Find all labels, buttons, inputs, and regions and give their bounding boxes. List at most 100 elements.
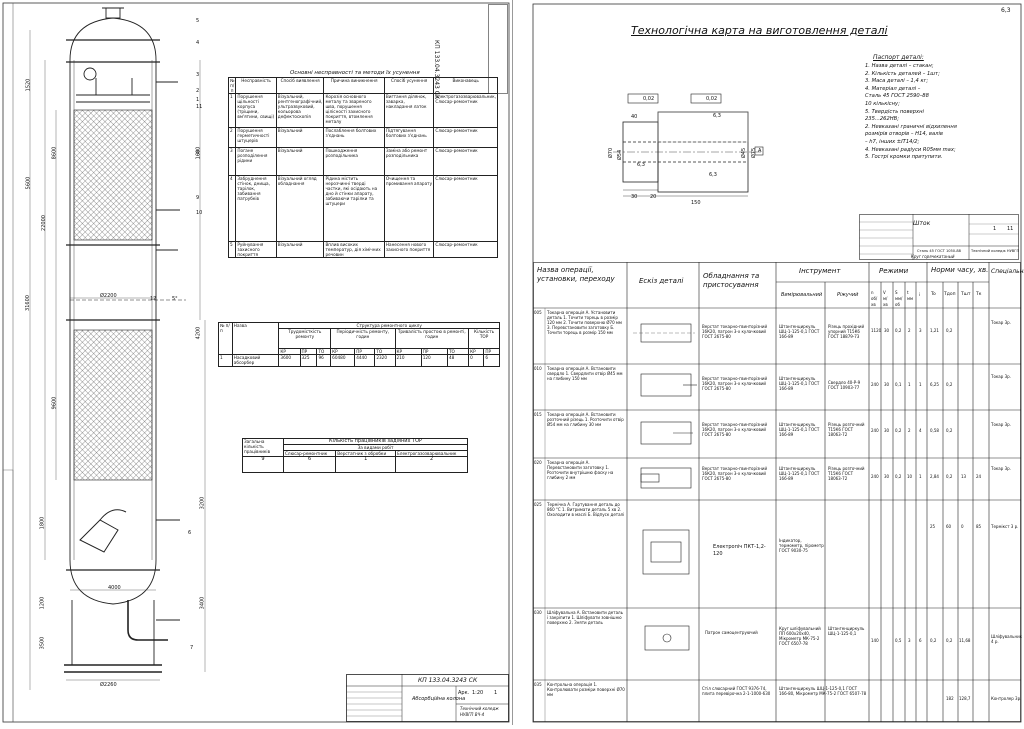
op-s: 0,1	[895, 382, 902, 387]
op-text: Токарна операція А. Встановити свердло 1…	[547, 366, 623, 381]
op-tsht: 11,68	[959, 638, 971, 643]
passport-line: 4. Невказані радіуси R05мм max;	[865, 146, 956, 153]
defects-cell: Підтягування болтових з'єднань	[383, 127, 435, 148]
op-t: 10	[907, 474, 913, 479]
defects-cell: Візуальний	[275, 241, 325, 258]
defects-cell: Порушення герметичності штуцерів	[235, 127, 277, 148]
repair-cell: 3600	[278, 354, 301, 367]
op-s: 0,2	[895, 474, 902, 479]
op-s: 0,2	[895, 428, 902, 433]
tor-col-total: Загальна кількість працівників	[242, 438, 284, 457]
defects-cell: Візуальний, рентгенографічний, ультразву…	[275, 93, 325, 128]
dim-part-11: 150	[691, 200, 701, 206]
norm-to: To	[931, 292, 936, 297]
tor-cell: 2	[395, 456, 468, 473]
callout-1: 1	[196, 97, 200, 103]
dim-part-10: 20	[650, 194, 657, 200]
defects-cell: Забруднення стінок, днища, тарілок, заби…	[235, 175, 277, 242]
op-cut: Свердло 40-Р-9 ГОСТ 10903-77	[828, 380, 861, 390]
defects-cell: Слюсар-ремонтник	[433, 147, 498, 176]
op-v: 30	[884, 328, 890, 333]
mode-i: i	[919, 292, 921, 297]
op-equip: Верстат токарно-гвинторізний 16К20, патр…	[702, 324, 768, 339]
op-equip: Верстат токарно-гвинторізний 16К20, патр…	[702, 376, 768, 391]
defects-cell: Корозія основного металу та звареного шв…	[323, 93, 385, 128]
op-meas: Штангенциркуль ШЦ-1-125-0,1 ГОСТ 166-89	[779, 324, 820, 339]
op-i: 3	[919, 328, 922, 333]
passport-line: 235...262HB;	[865, 116, 899, 123]
op-i: 1	[919, 382, 922, 387]
defects-cell: 5	[227, 241, 237, 258]
dim-v-11: 3500	[39, 636, 46, 650]
dim-v-13: 3400	[199, 596, 206, 610]
defects-col-fix: Спосіб усунення	[383, 77, 435, 94]
op-no: 035	[534, 682, 542, 687]
repair-cell: 0	[468, 354, 485, 367]
norm-tsht: Тшт	[961, 292, 971, 297]
mini-stamp-org: Технічний коледж НУВГП	[971, 249, 1020, 253]
op-t: 2	[908, 328, 911, 333]
table-row: 9 6 1 2	[242, 456, 468, 473]
mini-stamp-sheets: 11	[1007, 226, 1014, 232]
defects-table: № п/п Несправність Спосіб виявлення Прич…	[227, 77, 498, 258]
op-s: 0,2	[895, 328, 902, 333]
op-tsht: 13	[961, 474, 967, 479]
stamp-sheet-label: Арк.	[458, 690, 470, 696]
op-v: 30	[884, 428, 890, 433]
left-drawing-sheet: 5 4 3 2 1 11 8 9 10 6 7 12 1520 5600 316…	[0, 0, 512, 725]
callout-4: 4	[196, 40, 200, 46]
op-to: 0,2	[930, 638, 937, 643]
defects-col-no: № п/п	[227, 77, 237, 94]
repair-group-period: Періодичність ремонту, годин	[330, 328, 396, 349]
defects-cell: Слюсар-ремонтник	[433, 127, 498, 148]
repair-cell: 325	[299, 354, 318, 367]
repair-group-downtime: Тривалість простою в ремонті, годин	[394, 328, 470, 349]
repair-group-labor: Трудомісткість ремонту	[278, 328, 332, 349]
op-meas: Штангенциркуль ШЦ-1-125-0,1 ГОСТ 166-89	[779, 376, 820, 391]
mini-stamp-sheet: 1	[993, 226, 997, 232]
op-tdop: 0,2	[946, 382, 953, 387]
op-tdop: 60	[946, 524, 952, 529]
op-t: 1	[908, 382, 911, 387]
callout-2: 2	[196, 88, 200, 94]
stamp-sheets: 1	[494, 690, 498, 696]
op-no: 005	[534, 310, 542, 315]
table-row: 3 Погане розподілення рідини Візуальний …	[227, 147, 498, 176]
dim-part-8: 6,3	[709, 172, 717, 178]
col-tools-measuring: Вимірювальний	[781, 292, 823, 298]
dim-v-10: 1200	[39, 596, 46, 610]
op-text: Токарна операція А. Встановити розточний…	[547, 412, 624, 427]
mini-stamp-note: Круг горячекатаный	[911, 254, 955, 259]
op-n: 240	[871, 428, 879, 433]
op-meas: Штангенциркуль ШЦ-1-125-0,1 ГОСТ 166-80,…	[779, 686, 867, 696]
callout-12: 12	[150, 296, 157, 302]
tor-table: Загальна кількість працівників Кількість…	[242, 438, 468, 473]
passport-line: 4. Матеріал деталі –	[865, 85, 921, 92]
roughness-corner: 6,3	[1001, 7, 1011, 14]
op-equip: Електропіч ПКТ-1,2-120	[713, 544, 766, 557]
op-text: Термічна А. Гартування деталь до 860 °С …	[547, 502, 625, 517]
dim-diameter-bottom: Ø2260	[100, 682, 117, 688]
callout-9: 9	[196, 195, 200, 201]
op-text: Токарна операція А. Установити деталь 1.…	[547, 310, 622, 335]
datum-label: A	[758, 148, 762, 154]
defects-cell: Візуальний огляд обладнання	[275, 175, 325, 242]
defects-cell: Рідина містить нерозчинні тверді частки,…	[323, 175, 385, 242]
repair-cell: 6	[483, 354, 500, 367]
op-to: 1,21	[930, 328, 939, 333]
right-tech-card-sheet: Технологічна карта на виготовлення детал…	[512, 0, 1024, 725]
passport-line: 5. Гострі кромки притупити.	[865, 154, 943, 161]
mode-v: V м/хв	[883, 290, 888, 307]
dim-v-3: 31600	[24, 295, 31, 311]
dim-angle: 5°	[172, 296, 178, 302]
dim-v-2: 5600	[25, 176, 32, 190]
stamp-scale: 1:20	[472, 690, 484, 696]
op-tsht: 128,7	[959, 696, 971, 701]
defects-cell: Слюсар-ремонтник	[433, 175, 498, 242]
dim-part-4: Ø54	[617, 149, 624, 161]
callout-10: 10	[196, 210, 203, 216]
defects-cell: Вигтання ділянок, заварка, накладання ла…	[383, 93, 435, 128]
col-operation-header: Назва операції, установки, переходу	[537, 266, 615, 283]
col-tools-cutting: Ріжучий	[837, 292, 859, 298]
op-cut: Штангенциркуль ШЦ-1-125-0,1	[828, 626, 865, 636]
